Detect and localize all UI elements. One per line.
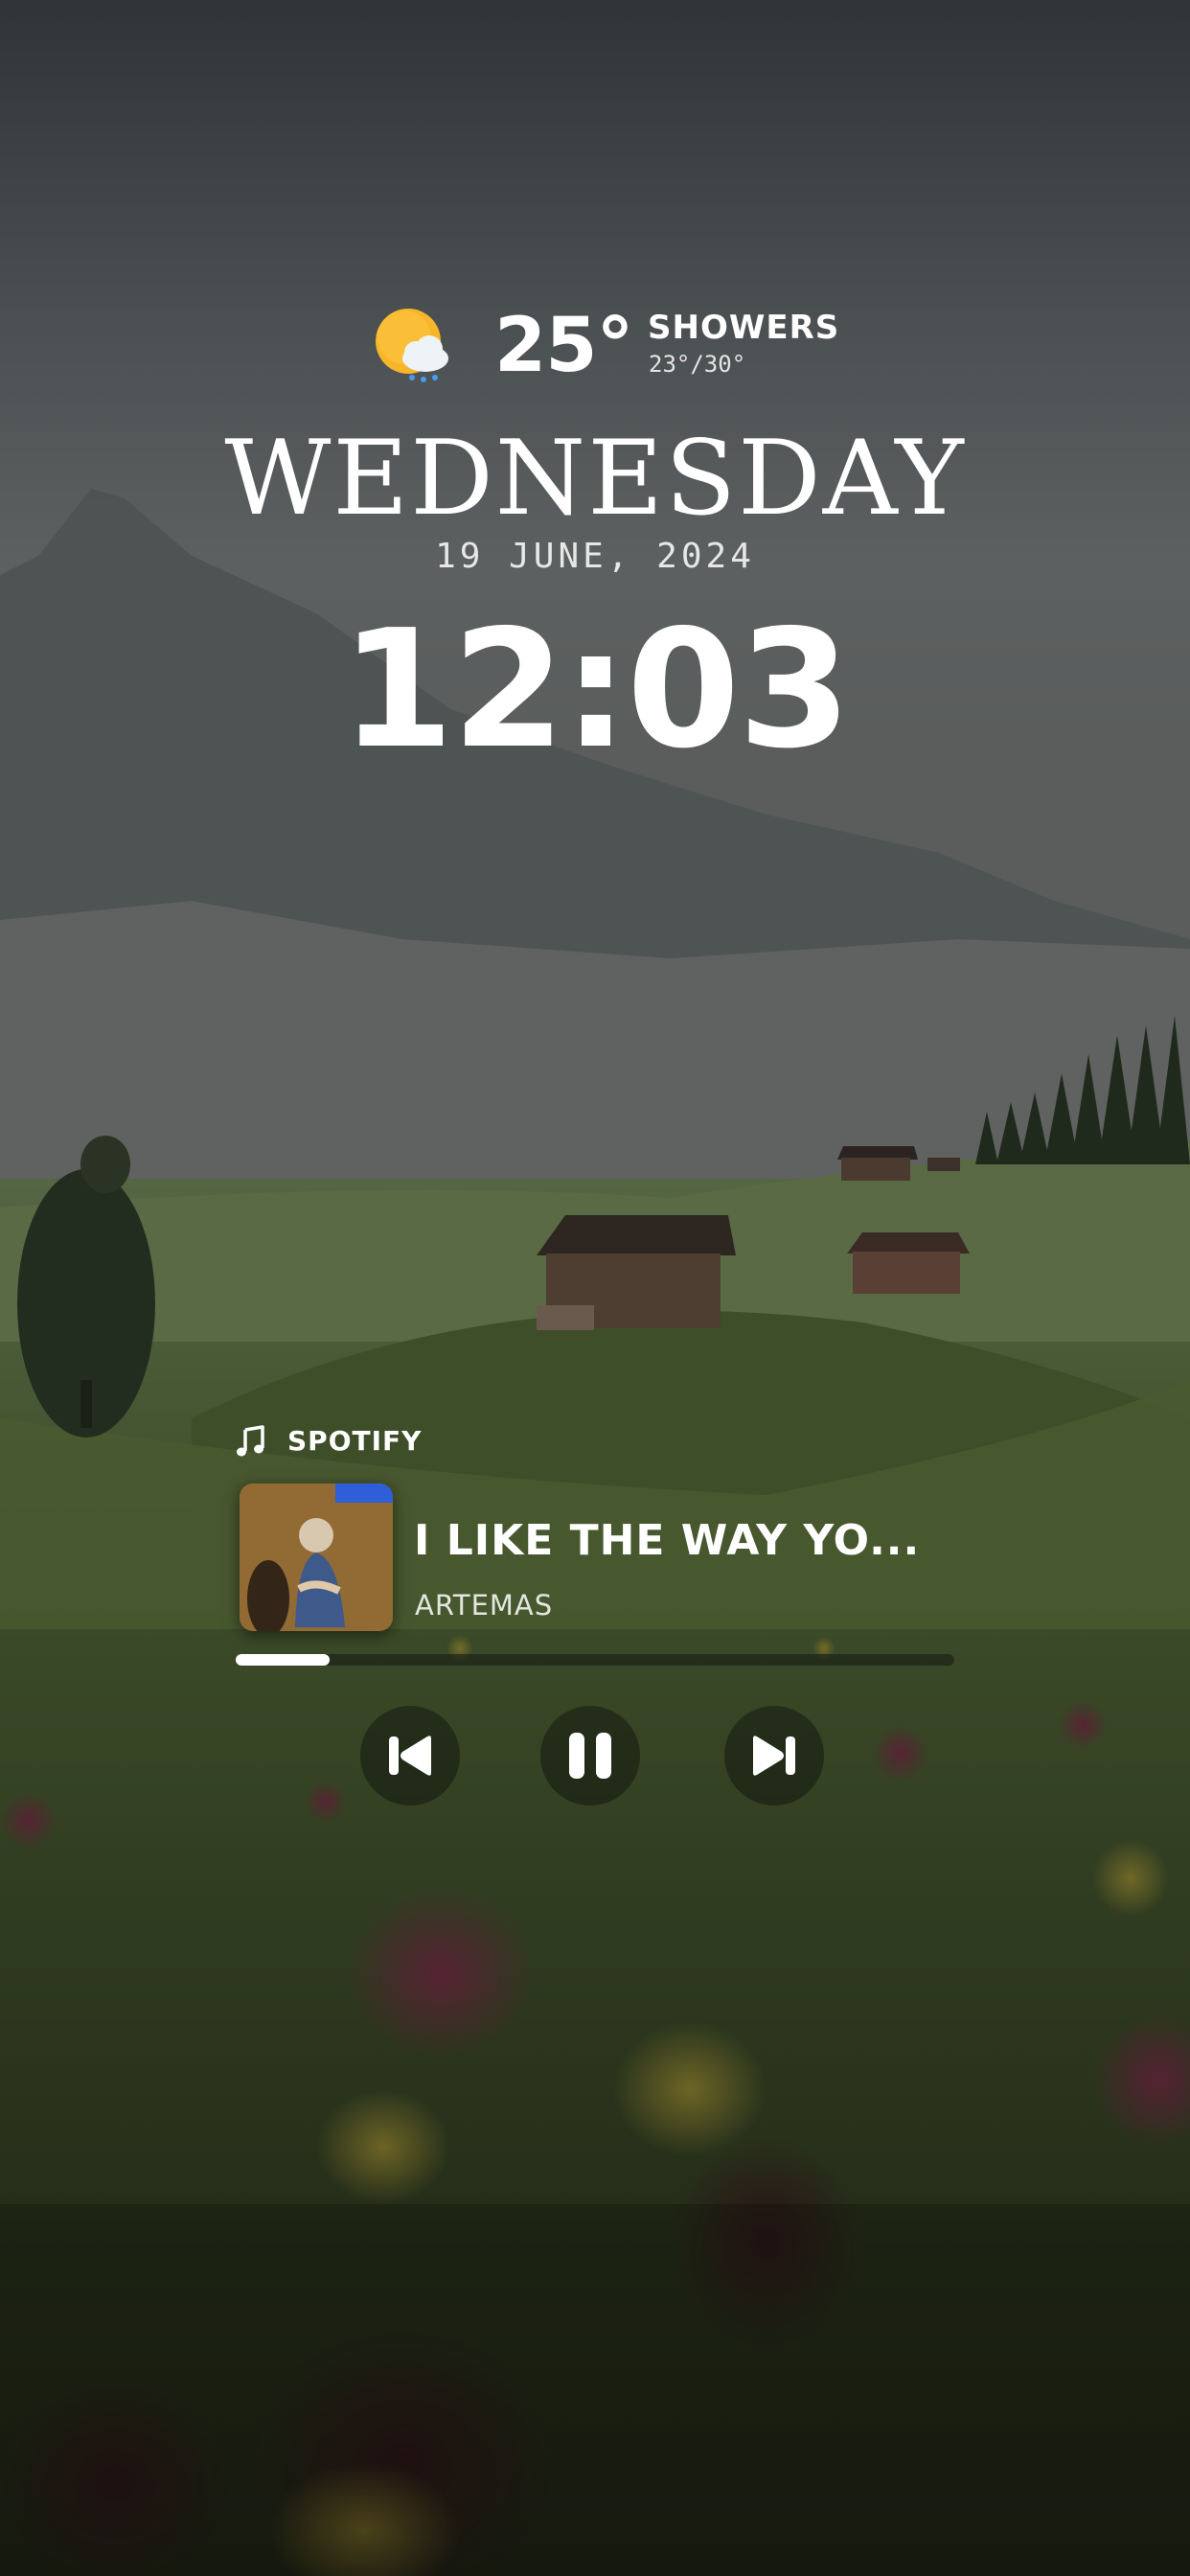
next-track-button[interactable] xyxy=(724,1706,824,1806)
weather-condition: SHOWERS xyxy=(648,309,840,347)
music-note-icon xyxy=(237,1425,264,1457)
pause-button[interactable] xyxy=(540,1706,640,1806)
pause-icon xyxy=(569,1733,611,1779)
temperature-range: 23°/30° xyxy=(649,351,746,378)
playback-progress-bar[interactable] xyxy=(236,1654,954,1666)
sun-behind-rain-cloud-icon xyxy=(376,309,448,382)
track-artist[interactable]: ARTEMAS xyxy=(415,1589,553,1622)
weekday-label: WEDNESDAY xyxy=(224,419,966,539)
next-icon xyxy=(753,1736,795,1776)
date-label: 19 JUNE, 2024 xyxy=(435,537,755,576)
previous-track-button[interactable] xyxy=(360,1706,460,1806)
album-art[interactable] xyxy=(240,1484,393,1631)
album-art-image xyxy=(240,1484,393,1631)
temperature-value: 25° xyxy=(494,303,634,389)
previous-icon xyxy=(389,1736,431,1776)
clock-time[interactable]: 12:03 xyxy=(0,604,1190,776)
playback-progress-fill xyxy=(236,1654,330,1666)
player-app-name: SPOTIFY xyxy=(287,1425,423,1457)
track-title[interactable]: I LIKE THE WAY YO... xyxy=(414,1516,920,1565)
weather-widget[interactable]: 25° SHOWERS 23°/30° xyxy=(372,303,838,389)
